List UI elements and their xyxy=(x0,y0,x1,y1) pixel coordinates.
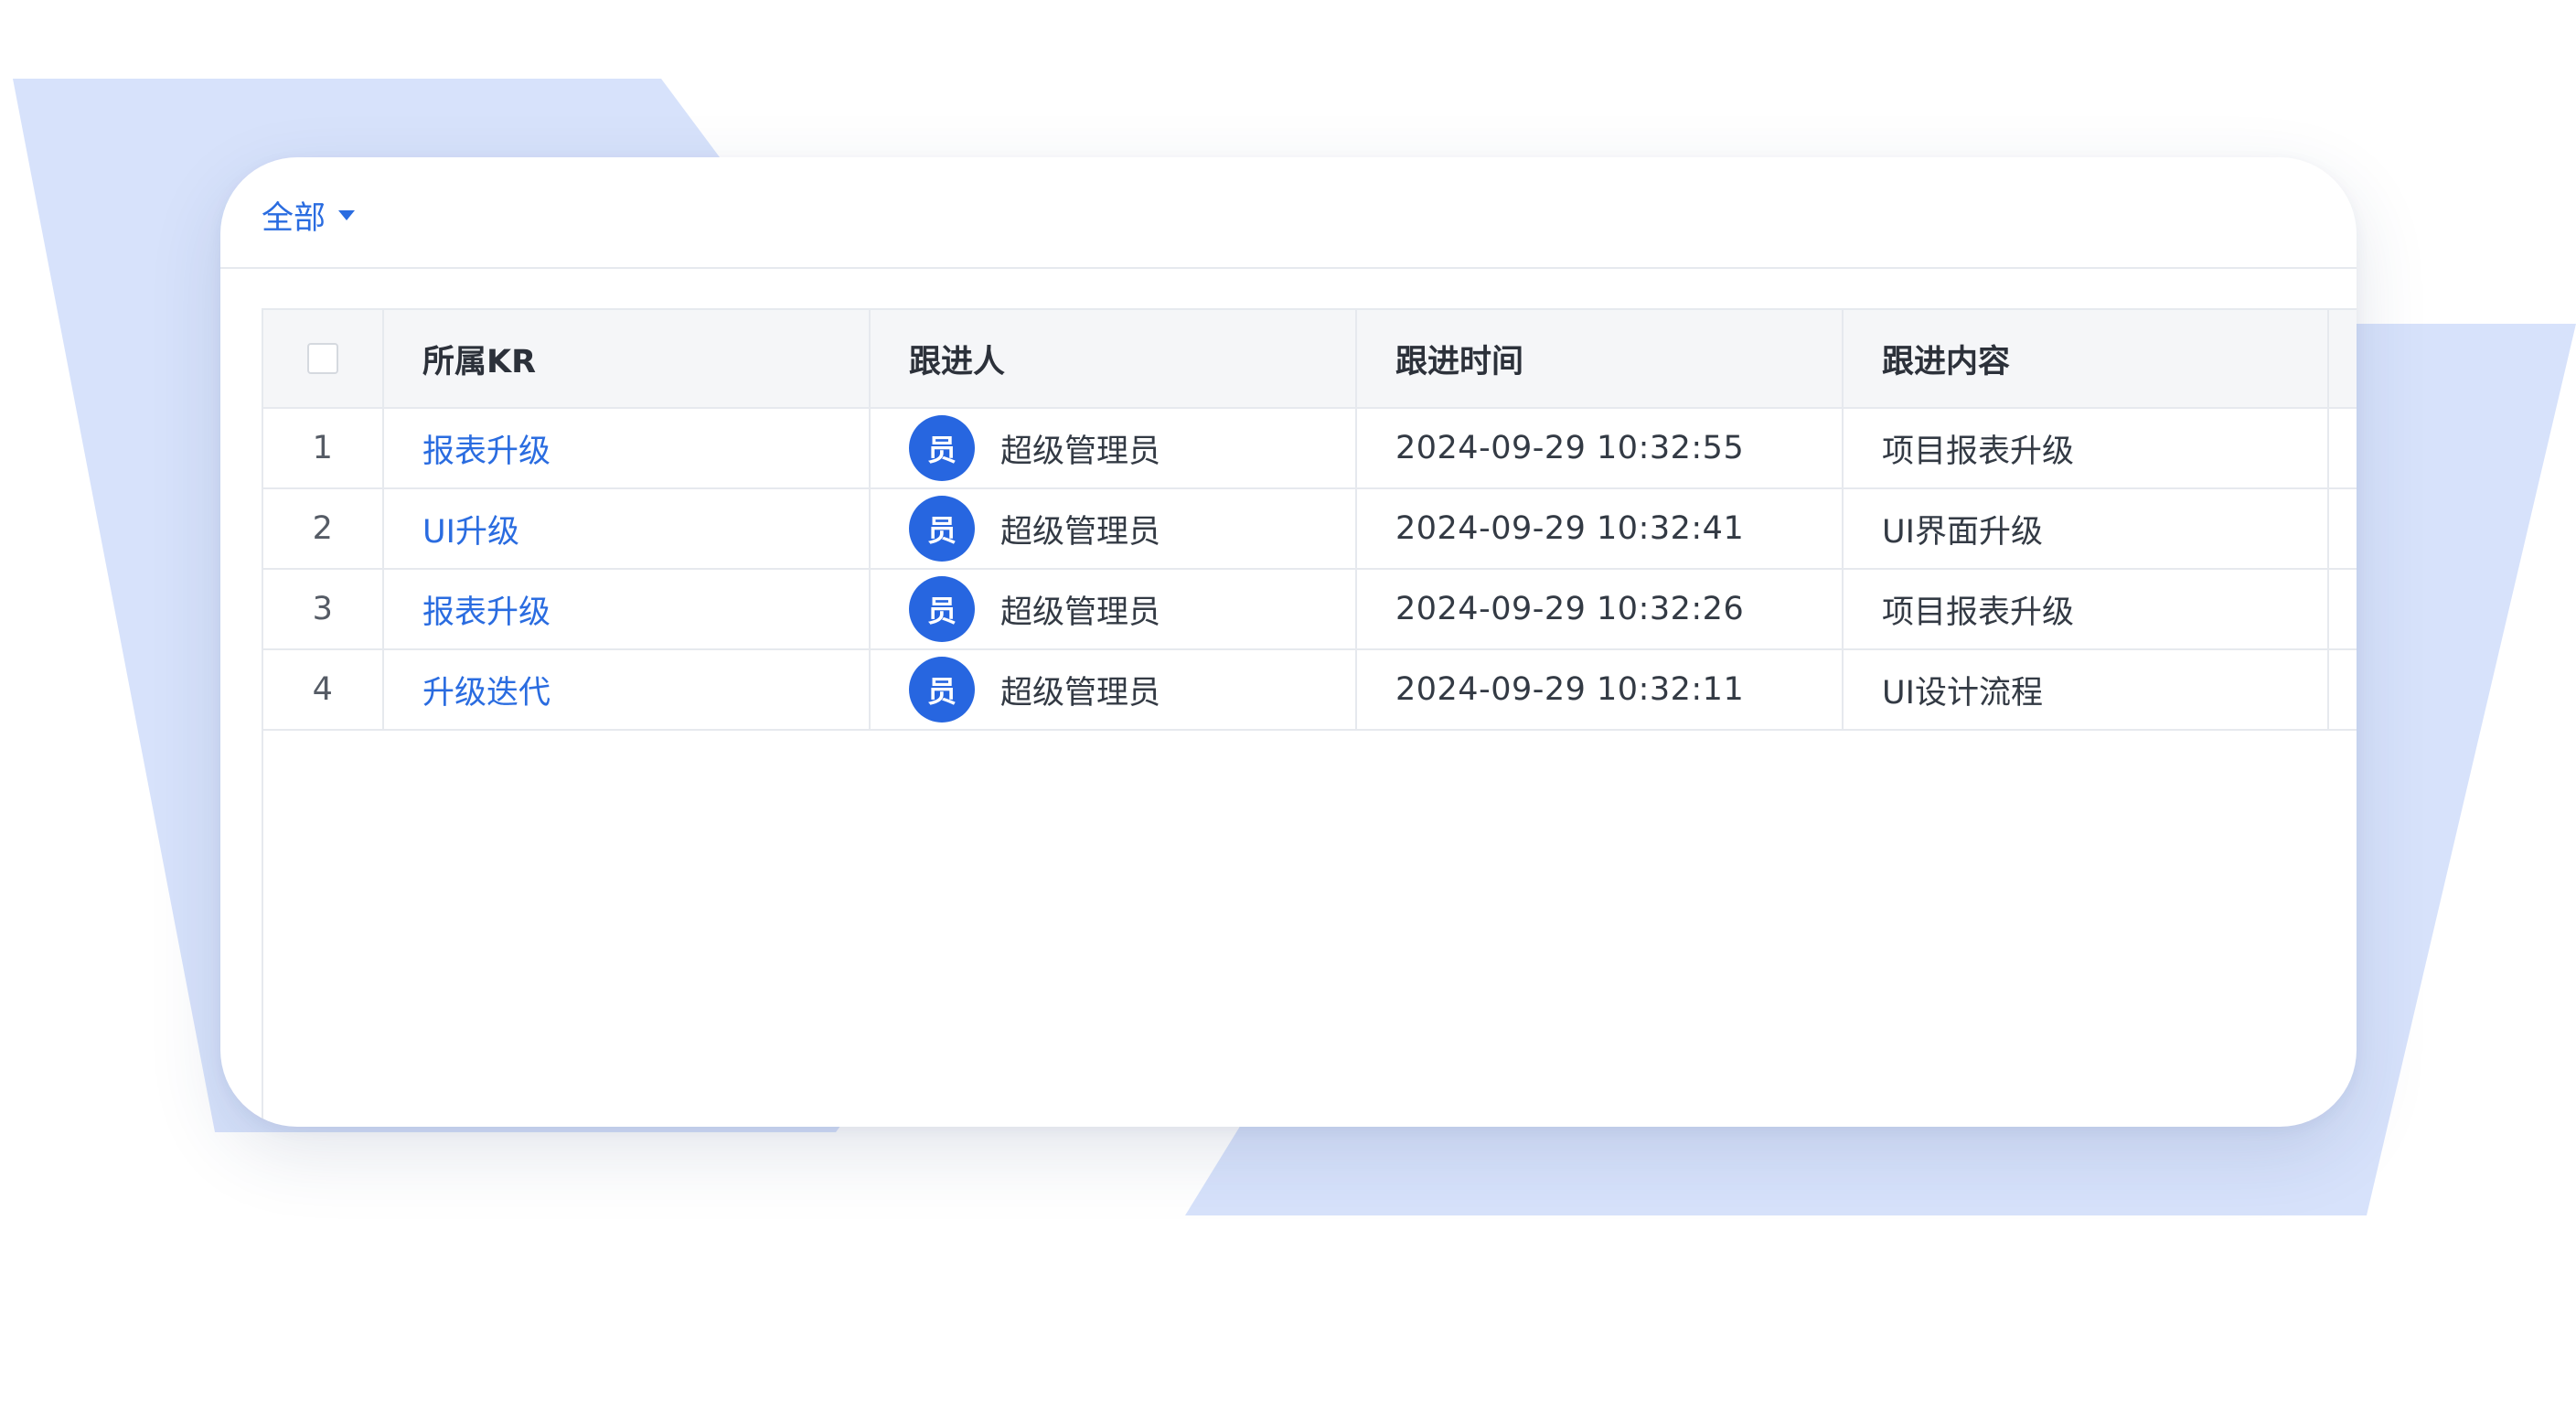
row-extra-cell xyxy=(2329,650,2357,729)
followup-table: 所属KR 跟进人 跟进时间 跟进内容 1 报表升级 员超级管理员 2024-09… xyxy=(262,308,2357,1127)
table-row[interactable]: 3 报表升级 员超级管理员 2024-09-29 10:32:26 项目报表升级 xyxy=(263,570,2357,650)
kr-link[interactable]: 报表升级 xyxy=(422,425,550,472)
followup-card: 全部 所属KR 跟进人 跟进时间 跟进内容 1 报表升级 员超级管理员 2024… xyxy=(220,157,2357,1127)
row-extra-cell xyxy=(2329,409,2357,487)
caret-down-icon xyxy=(338,210,356,220)
followup-content: UI界面升级 xyxy=(1844,489,2329,568)
kr-link[interactable]: 升级迭代 xyxy=(422,667,550,713)
card-header: 全部 xyxy=(220,157,2357,269)
followup-time: 2024-09-29 10:32:41 xyxy=(1357,489,1844,568)
avatar: 员 xyxy=(909,657,975,723)
select-all-checkbox[interactable] xyxy=(307,343,338,374)
filter-label: 全部 xyxy=(262,200,326,237)
table-row[interactable]: 1 报表升级 员超级管理员 2024-09-29 10:32:55 项目报表升级 xyxy=(263,409,2357,489)
avatar: 员 xyxy=(909,496,975,562)
row-index: 1 xyxy=(263,409,384,487)
person-name: 超级管理员 xyxy=(1000,513,1161,551)
avatar: 员 xyxy=(909,415,975,481)
table-header-row: 所属KR 跟进人 跟进时间 跟进内容 xyxy=(263,310,2357,409)
filter-dropdown[interactable]: 全部 xyxy=(262,192,356,239)
followup-time: 2024-09-29 10:32:26 xyxy=(1357,570,1844,648)
person-name: 超级管理员 xyxy=(1000,433,1161,470)
row-extra-cell xyxy=(2329,570,2357,648)
kr-link[interactable]: 报表升级 xyxy=(422,586,550,633)
row-index: 4 xyxy=(263,650,384,729)
row-index: 3 xyxy=(263,570,384,648)
row-index: 2 xyxy=(263,489,384,568)
select-all-cell xyxy=(263,310,384,407)
followup-content: 项目报表升级 xyxy=(1844,570,2329,648)
table-row[interactable]: 4 升级迭代 员超级管理员 2024-09-29 10:32:11 UI设计流程 xyxy=(263,650,2357,731)
followup-time: 2024-09-29 10:32:11 xyxy=(1357,650,1844,729)
person-name: 超级管理员 xyxy=(1000,674,1161,712)
column-header-time[interactable]: 跟进时间 xyxy=(1357,310,1844,407)
followup-content: 项目报表升级 xyxy=(1844,409,2329,487)
column-header-kr[interactable]: 所属KR xyxy=(384,310,871,407)
column-header-extra xyxy=(2329,310,2357,407)
followup-content: UI设计流程 xyxy=(1844,650,2329,729)
table-row[interactable]: 2 UI升级 员超级管理员 2024-09-29 10:32:41 UI界面升级 xyxy=(263,489,2357,570)
row-extra-cell xyxy=(2329,489,2357,568)
avatar: 员 xyxy=(909,576,975,642)
kr-link[interactable]: UI升级 xyxy=(422,506,519,552)
column-header-person[interactable]: 跟进人 xyxy=(871,310,1357,407)
person-name: 超级管理员 xyxy=(1000,594,1161,631)
followup-time: 2024-09-29 10:32:55 xyxy=(1357,409,1844,487)
column-header-content[interactable]: 跟进内容 xyxy=(1844,310,2329,407)
